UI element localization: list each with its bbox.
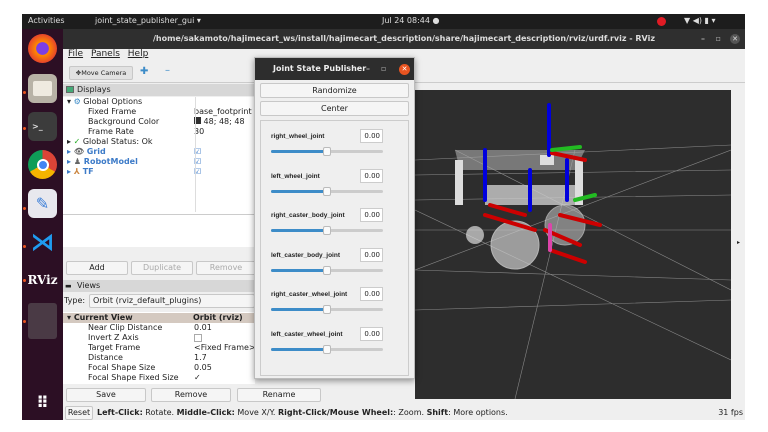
display-grid[interactable]: ▸ 👁 Grid ☑ — [67, 147, 257, 157]
rviz-icon[interactable]: RViz — [27, 265, 57, 294]
displays-header: Displays — [63, 84, 255, 96]
joint-value-input[interactable]: 0.00 — [360, 129, 383, 143]
save-view-button[interactable]: Save — [66, 388, 146, 402]
add-display-button[interactable]: Add — [66, 261, 128, 275]
check-icon: ✓ — [73, 137, 81, 146]
joint-slider[interactable] — [271, 186, 383, 196]
grid-icon: 👁 — [73, 147, 84, 156]
joint-slider[interactable] — [271, 345, 383, 354]
3d-viewport[interactable] — [415, 90, 731, 399]
remove-view-button[interactable]: Remove — [151, 388, 231, 402]
joint-slider[interactable] — [271, 265, 383, 275]
joint-value-input[interactable]: 0.00 — [360, 287, 383, 302]
system-tray-icons[interactable]: ▼ ◀) ▮ ▾ — [684, 16, 715, 25]
terminal-icon[interactable]: >_ — [28, 112, 57, 141]
robot-scene — [415, 103, 731, 399]
display-robotmodel[interactable]: ▸ ♟ RobotModel ☑ — [67, 157, 257, 167]
files-icon[interactable] — [28, 74, 57, 103]
robot-icon: ♟ — [73, 157, 81, 166]
top-bar: Activities joint_state_publisher_gui ▾ J… — [22, 14, 745, 29]
duplicate-display-button[interactable]: Duplicate — [131, 261, 193, 275]
minimize-button[interactable]: – — [701, 29, 705, 49]
reset-button[interactable]: Reset — [65, 406, 93, 420]
jsp-maximize-button[interactable]: ▫ — [381, 58, 386, 80]
slider-handle[interactable] — [323, 147, 331, 156]
joint-slider[interactable] — [271, 226, 383, 236]
current-view-row[interactable]: ▾ Current View Orbit (rviz) — [63, 313, 255, 323]
fps-counter: 31 fps — [718, 408, 743, 417]
invert-z-checkbox[interactable] — [194, 334, 202, 342]
center-button[interactable]: Center — [260, 101, 409, 116]
displays-tree: ▾ ⚙ Global Options Fixed Frame base_footp… — [63, 97, 255, 247]
jsp-title: Joint State Publisher — [273, 64, 367, 73]
views-icon: ▬ — [65, 282, 72, 290]
gear-icon: ⚙ — [73, 97, 81, 106]
jsp-minimize-button[interactable]: – — [366, 58, 370, 80]
tree-global-status[interactable]: ▸ ✓ Global Status: Ok — [67, 137, 257, 147]
slider-handle[interactable] — [323, 226, 331, 236]
joint-value-input[interactable]: 0.00 — [360, 327, 383, 341]
text-editor-icon[interactable]: ✎ — [28, 189, 57, 218]
remove-tool-icon[interactable]: – — [165, 65, 170, 76]
view-type-select[interactable]: Orbit (rviz_default_plugins) — [89, 294, 255, 308]
randomize-button[interactable]: Randomize — [260, 83, 409, 98]
show-apps-icon[interactable]: ⠿ — [28, 388, 57, 417]
status-hint: Left-Click: Rotate. Middle-Click: Move X… — [97, 408, 508, 417]
joint-slider[interactable] — [271, 305, 383, 315]
add-tool-icon[interactable]: ✚ — [140, 66, 148, 77]
menu-help[interactable]: Help — [128, 49, 149, 59]
dock: >_ ✎ ⋊ RViz ⠿ — [22, 29, 63, 420]
maximize-button[interactable]: ▫ — [716, 29, 721, 49]
joint-value-input[interactable]: 0.00 — [360, 247, 383, 262]
joint-slider[interactable] — [271, 147, 383, 156]
jsp-titlebar: Joint State Publisher – ▫ ✕ — [255, 58, 414, 80]
display-tf[interactable]: ▸ ⅄ TF ☑ — [67, 167, 257, 177]
views-tree: ▾ Current View Orbit (rviz) Near Clip Dis… — [63, 312, 255, 384]
notification-icon[interactable] — [657, 17, 666, 26]
slider-handle[interactable] — [323, 265, 331, 275]
firefox-icon[interactable] — [28, 34, 57, 63]
close-button[interactable]: ✕ — [730, 34, 740, 44]
vscode-icon[interactable]: ⋊ — [28, 227, 57, 256]
joint-value-input[interactable]: 0.00 — [360, 168, 383, 183]
views-header: ▬ Views — [63, 280, 255, 292]
jsp-close-button[interactable]: ✕ — [399, 64, 410, 75]
activities-button[interactable]: Activities — [28, 16, 65, 25]
clock[interactable]: Jul 24 08:44 ● — [382, 16, 440, 25]
running-app-icon[interactable] — [28, 303, 57, 339]
slider-handle[interactable] — [323, 345, 331, 354]
app-menu[interactable]: joint_state_publisher_gui ▾ — [95, 16, 201, 25]
menu-file[interactable]: File — [68, 49, 83, 59]
window-titlebar: /home/sakamoto/hajimecart_ws/install/haj… — [63, 29, 745, 49]
focal-fixed-checkbox[interactable]: ✓ — [194, 373, 201, 383]
slider-handle[interactable] — [323, 186, 331, 196]
joint-value-input[interactable]: 0.00 — [360, 208, 383, 223]
rename-view-button[interactable]: Rename — [237, 388, 321, 402]
window-title: /home/sakamoto/hajimecart_ws/install/haj… — [152, 34, 656, 43]
panel-collapse-arrow[interactable]: ▸ — [737, 239, 740, 246]
monitor-icon — [66, 86, 74, 93]
menu-panels[interactable]: Panels — [91, 49, 120, 59]
chrome-icon[interactable] — [28, 150, 57, 179]
tf-icon: ⅄ — [73, 167, 80, 176]
joint-state-publisher-window: Joint State Publisher – ▫ ✕ Randomize Ce… — [254, 57, 415, 379]
tree-global-options[interactable]: ▾ ⚙ Global Options — [67, 97, 257, 107]
move-camera-button[interactable]: ✥Move Camera — [69, 66, 133, 80]
slider-handle[interactable] — [323, 305, 331, 315]
remove-display-button[interactable]: Remove — [196, 261, 256, 275]
